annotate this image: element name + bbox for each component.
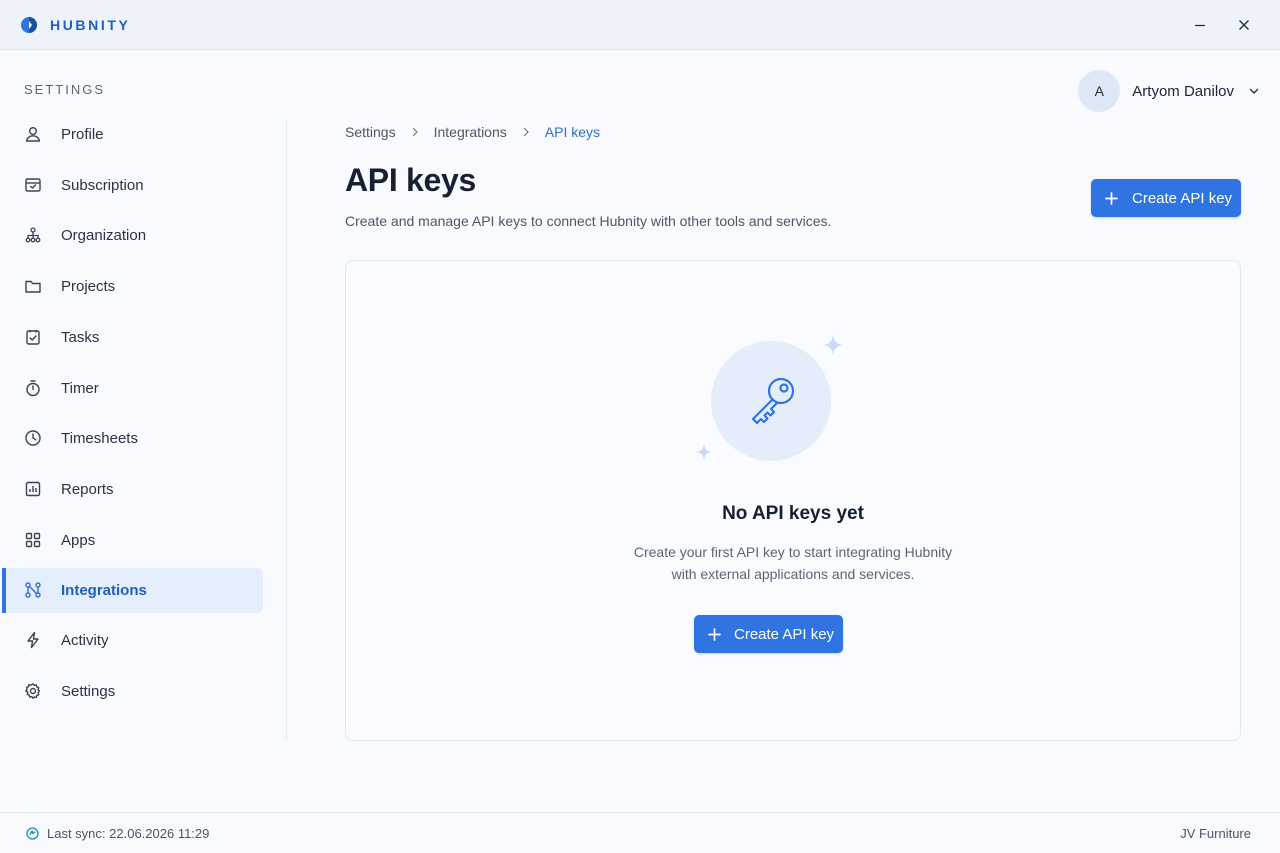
status-bar: Last sync: 22.06.2026 11:29 JV Furniture <box>0 812 1280 853</box>
sidebar-item-label: Apps <box>61 532 96 549</box>
sidebar-item-label: Timesheets <box>61 430 138 447</box>
sync-status: Last sync: 22.06.2026 11:29 <box>26 826 209 841</box>
gear-icon <box>24 682 42 700</box>
breadcrumb-api-keys: API keys <box>544 124 601 140</box>
sidebar-item-label: Reports <box>61 481 114 498</box>
empty-state-button-label: Create API key <box>734 625 835 643</box>
plus-icon <box>1105 191 1118 205</box>
lightning-icon <box>24 631 42 649</box>
sidebar-item-label: Subscription <box>61 177 144 194</box>
create-api-key-button[interactable]: Create API key <box>1091 179 1241 217</box>
empty-state-text-line: Create your first API key to start integ… <box>633 544 953 560</box>
main-area: SETTINGS Profile Subscription Organizati… <box>0 50 1280 812</box>
sparkle-icon <box>696 444 712 460</box>
settings-sidebar: SETTINGS Profile Subscription Organizati… <box>0 50 286 812</box>
last-sync-text: Last sync: 22.06.2026 11:29 <box>47 826 210 841</box>
window-controls <box>1178 0 1266 50</box>
sidebar-item-projects[interactable]: Projects <box>2 264 263 309</box>
sidebar-item-organization[interactable]: Organization <box>2 213 263 258</box>
sidebar-item-activity[interactable]: Activity <box>2 618 263 663</box>
close-button[interactable] <box>1222 0 1266 50</box>
key-icon <box>751 377 795 425</box>
folder-icon <box>24 277 42 295</box>
plus-icon <box>708 627 721 641</box>
task-check-icon <box>24 328 42 346</box>
sidebar-item-label: Settings <box>61 683 116 700</box>
empty-state-text: Create your first API key to start integ… <box>346 541 1240 585</box>
sidebar-item-label: Organization <box>61 227 147 244</box>
breadcrumb-integrations[interactable]: Integrations <box>434 124 507 140</box>
page-title: API keys <box>345 162 477 198</box>
sidebar-item-tasks[interactable]: Tasks <box>2 315 263 360</box>
sidebar-item-subscription[interactable]: Subscription <box>2 163 263 208</box>
breadcrumb: Settings Integrations API keys <box>345 124 600 140</box>
hubnity-logo-icon <box>21 16 37 33</box>
sidebar-item-label: Integrations <box>61 582 147 599</box>
chevron-right-icon <box>523 127 529 137</box>
minimize-icon <box>1195 24 1205 27</box>
user-name: Artyom Danilov <box>1132 82 1234 100</box>
chevron-right-icon <box>412 127 418 137</box>
sidebar-item-label: Tasks <box>61 329 100 346</box>
avatar: A <box>1078 70 1121 112</box>
clock-icon <box>24 429 42 447</box>
sidebar-item-label: Activity <box>61 632 109 649</box>
app-name: HUBNITY <box>50 16 131 33</box>
key-illustration <box>711 341 831 461</box>
user-icon <box>24 125 42 143</box>
breadcrumb-settings[interactable]: Settings <box>345 124 396 140</box>
stopwatch-icon <box>24 379 42 397</box>
sidebar-item-timesheets[interactable]: Timesheets <box>2 416 263 461</box>
empty-state-card: No API keys yet Create your first API ke… <box>345 260 1241 741</box>
sidebar-item-integrations[interactable]: Integrations <box>2 568 263 613</box>
user-menu[interactable]: A Artyom Danilov <box>1078 70 1260 112</box>
empty-state-text-line: with external applications and services. <box>671 566 915 582</box>
empty-state-create-api-key-button[interactable]: Create API key <box>694 615 843 653</box>
sidebar-item-profile[interactable]: Profile <box>2 112 263 157</box>
chevron-down-icon <box>1249 88 1259 94</box>
subscription-icon <box>24 176 42 194</box>
sidebar-item-label: Profile <box>61 126 104 143</box>
workspace-name: JV Furniture <box>1180 826 1251 841</box>
create-api-key-label: Create API key <box>1132 189 1233 207</box>
sidebar-heading: SETTINGS <box>24 82 106 97</box>
sync-icon <box>26 827 39 840</box>
report-chart-icon <box>24 480 42 498</box>
sidebar-divider <box>286 120 287 740</box>
close-icon <box>1239 20 1249 30</box>
sidebar-item-timer[interactable]: Timer <box>2 366 263 411</box>
empty-state-title: No API keys yet <box>722 503 864 524</box>
brand: HUBNITY <box>20 16 130 34</box>
page-subtitle: Create and manage API keys to connect Hu… <box>345 213 832 229</box>
apps-grid-icon <box>24 531 42 549</box>
sidebar-item-settings[interactable]: Settings <box>2 669 263 714</box>
organization-icon <box>24 226 42 244</box>
sidebar-item-label: Projects <box>61 278 116 295</box>
minimize-button[interactable] <box>1178 0 1222 50</box>
sidebar-item-reports[interactable]: Reports <box>2 467 263 512</box>
sidebar-item-apps[interactable]: Apps <box>2 518 263 563</box>
sidebar-item-label: Timer <box>61 380 99 397</box>
sparkle-icon <box>823 335 843 355</box>
integrations-icon <box>24 581 42 599</box>
title-bar: HUBNITY <box>0 0 1280 50</box>
